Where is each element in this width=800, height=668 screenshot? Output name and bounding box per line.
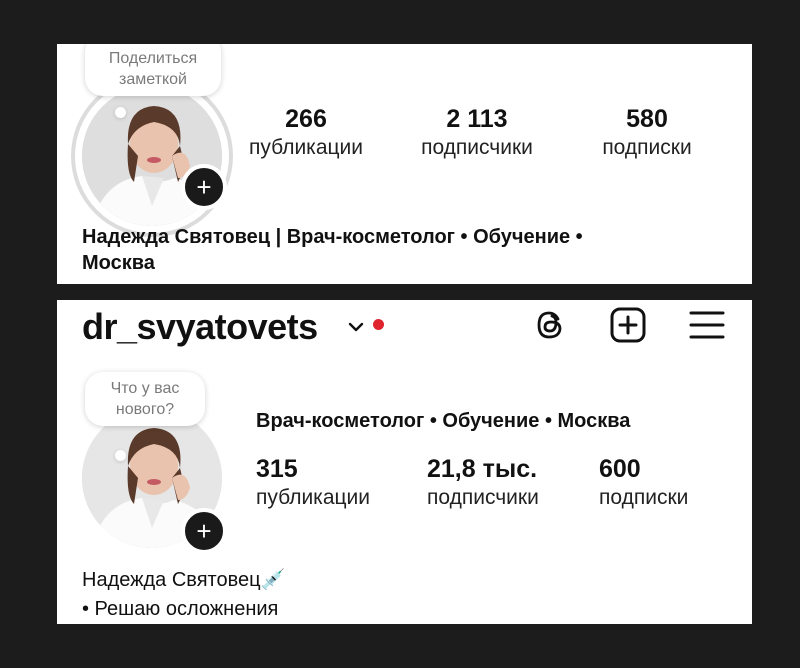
profile-category: Врач-косметолог • Обучение • Москва — [256, 410, 631, 432]
profile-header-new: dr_svyatovets + Что у вас нового? Врач-к… — [57, 300, 752, 624]
plus-icon: + — [196, 172, 212, 202]
menu-button[interactable] — [688, 306, 726, 344]
stat-following-count: 580 — [626, 105, 668, 133]
stat-following[interactable]: 580 подписки — [587, 104, 707, 162]
menu-icon — [689, 311, 725, 339]
stat-following-label: подписки — [602, 136, 692, 159]
bio-line-2: Москва — [82, 252, 155, 274]
note-text-line2: заметкой — [119, 71, 187, 88]
bio-line-1: Надежда Святовец | Врач-косметолог • Обу… — [82, 226, 583, 248]
note-text-line1: Что у вас — [110, 380, 180, 397]
stat-posts-label: публикации — [256, 486, 370, 509]
add-story-button[interactable]: + — [181, 164, 227, 210]
add-post-icon — [610, 307, 646, 343]
note-bubble-dot — [115, 450, 126, 461]
username[interactable]: dr_svyatovets — [82, 306, 318, 348]
stat-following[interactable]: 600 подписки — [599, 454, 688, 512]
stat-posts[interactable]: 315 публикации — [256, 454, 370, 512]
note-bubble[interactable]: Что у вас нового? — [85, 372, 205, 426]
stat-following-label: подписки — [599, 486, 689, 509]
plus-icon: + — [196, 516, 212, 546]
threads-icon — [537, 311, 562, 339]
note-bubble[interactable]: Поделиться заметкой — [85, 44, 221, 96]
notification-dot — [373, 319, 384, 330]
stat-followers[interactable]: 2 113 подписчики — [407, 104, 547, 162]
bio-name: Надежда Святовец💉 — [82, 569, 286, 591]
add-post-button[interactable] — [609, 306, 647, 344]
stat-posts[interactable]: 266 публикации — [237, 104, 375, 162]
stat-followers[interactable]: 21,8 тыс. подписчики — [427, 454, 539, 512]
stat-followers-label: подписчики — [421, 136, 533, 159]
profile-header-old: + Поделиться заметкой 266 публикации 2 1… — [57, 44, 752, 284]
note-text-line1: Поделиться — [108, 50, 198, 67]
stat-posts-count: 266 — [285, 105, 327, 133]
stat-followers-count: 2 113 — [446, 105, 508, 133]
bio-line: • Решаю осложнения — [82, 598, 279, 620]
note-text-line2: нового? — [115, 401, 175, 418]
stat-following-count: 600 — [599, 455, 641, 483]
add-story-button[interactable]: + — [181, 508, 227, 554]
chevron-down-icon[interactable] — [347, 320, 365, 334]
stat-followers-label: подписчики — [427, 486, 539, 509]
bio-name: Надежда Святовец | Врач-косметолог • Обу… — [82, 224, 742, 276]
stat-posts-count: 315 — [256, 455, 298, 483]
threads-button[interactable] — [531, 306, 569, 344]
note-bubble-dot — [115, 107, 126, 118]
stat-posts-label: публикации — [249, 136, 363, 159]
stat-followers-count: 21,8 тыс. — [427, 455, 538, 483]
